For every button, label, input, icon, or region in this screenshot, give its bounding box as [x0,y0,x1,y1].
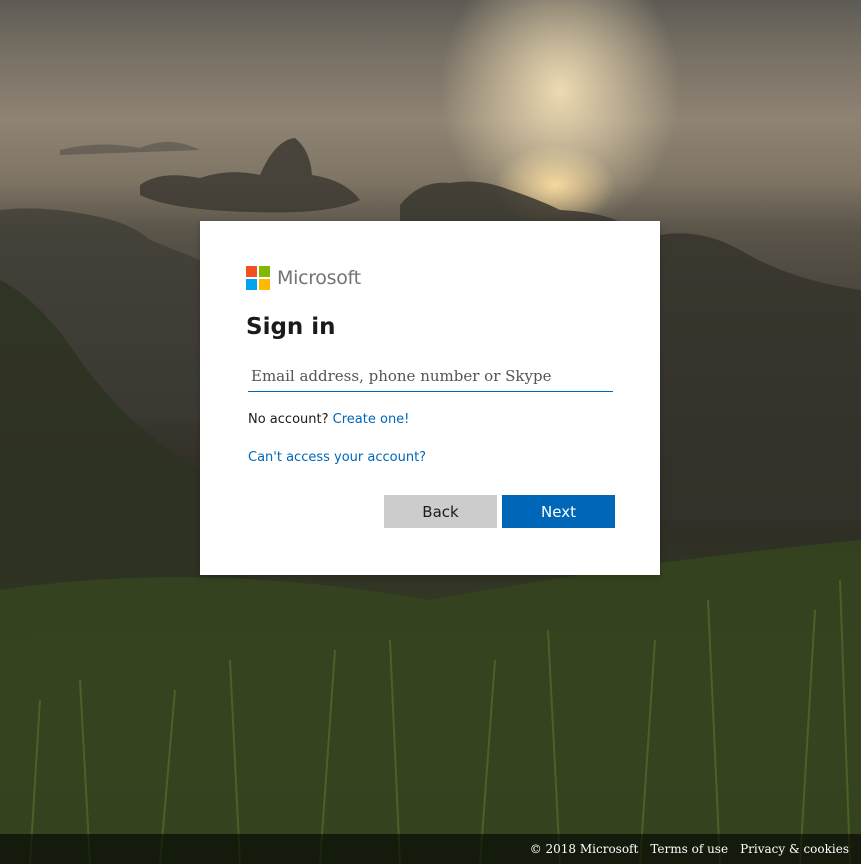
privacy-cookies-link[interactable]: Privacy & cookies [740,842,849,856]
email-field[interactable] [248,360,613,392]
next-button[interactable]: Next [502,495,615,528]
no-account-row: No account? Create one! [248,412,409,427]
brand-name: Microsoft [277,267,361,289]
page-title: Sign in [246,314,336,340]
back-button[interactable]: Back [384,495,497,528]
cant-access-account-link[interactable]: Can't access your account? [248,450,426,465]
brand-row: Microsoft [246,266,361,290]
footer: © 2018 Microsoft Terms of use Privacy & … [0,834,861,864]
microsoft-logo-icon [246,266,270,290]
signin-card: Microsoft Sign in No account? Create one… [200,221,660,575]
no-account-label: No account? [248,412,329,427]
create-account-link[interactable]: Create one! [333,412,410,427]
copyright-text: © 2018 Microsoft [529,842,639,856]
terms-of-use-link[interactable]: Terms of use [650,842,728,856]
